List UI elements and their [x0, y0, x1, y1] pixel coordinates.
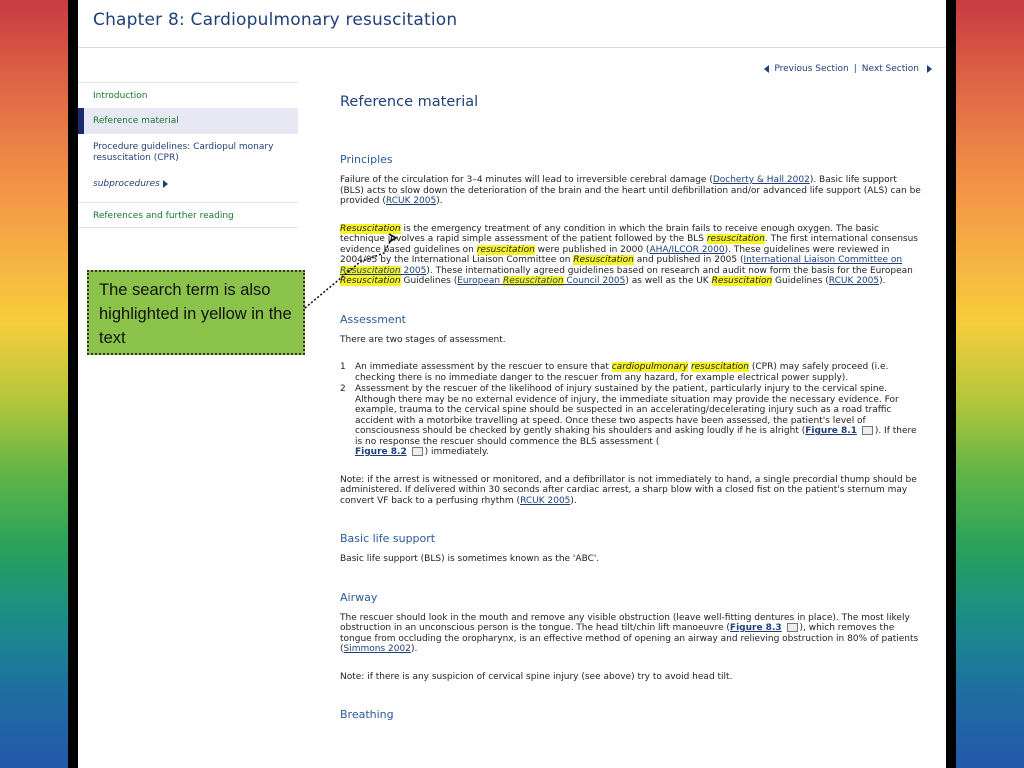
heading-assessment: Assessment [340, 312, 406, 326]
bls-paragraph: Basic life support (BLS) is sometimes kn… [340, 554, 600, 564]
list-item: 1 An immediate assessment by the rescuer … [340, 362, 889, 383]
ref-link-simmons[interactable]: Simmons 2002 [344, 644, 411, 654]
assessment-note: Note: if the arrest is witnessed or moni… [340, 474, 917, 506]
search-highlight: cardiopulmonary [611, 362, 689, 372]
main-content: Reference material Principles Failure of… [340, 93, 922, 730]
left-gradient-frame [0, 0, 68, 768]
heading-airway: Airway [340, 590, 378, 604]
figure-thumbnail-icon[interactable] [411, 447, 423, 456]
expand-arrow-icon [162, 179, 168, 188]
search-highlight: resuscitation [476, 244, 535, 255]
list-item: 2 Assessment by the rescuer of the likeli… [340, 384, 917, 457]
next-arrow-icon[interactable] [927, 65, 932, 73]
assessment-intro: There are two stages of assessment. [340, 334, 506, 345]
sidebar-item-introduction[interactable]: Introduction [78, 82, 298, 108]
nav-separator: | [853, 64, 857, 74]
left-black-edge [68, 0, 78, 768]
principles-paragraph-2: Resuscitation is the emergency treatment… [340, 223, 918, 286]
search-highlight: Resuscitation [711, 276, 773, 286]
ref-link-docherty-hall[interactable]: Docherty & Hall 2002 [713, 175, 810, 185]
figure-thumbnail-icon[interactable] [786, 623, 798, 632]
ref-link-rcuk[interactable]: RCUK 2005 [386, 196, 436, 206]
airway-paragraph: The rescuer should look in the mouth and… [340, 612, 919, 655]
document-page: Chapter 8: Cardiopulmonary resuscitation… [78, 0, 946, 768]
chapter-title: Chapter 8: Cardiopulmonary resuscitation [93, 10, 458, 30]
next-section-link[interactable]: Next Section [862, 64, 919, 74]
search-highlight: Resuscitation [340, 223, 401, 234]
heading-principles: Principles [340, 153, 393, 166]
search-highlight: resuscitation [690, 362, 749, 372]
ref-link-erc-2005[interactable]: European Resuscitation Council 2005 [457, 276, 625, 286]
search-highlight: Resuscitation [573, 255, 634, 265]
sidebar-item-reference-material[interactable]: Reference material [78, 108, 298, 134]
search-highlight: resuscitation [706, 234, 765, 244]
assessment-list: 1 An immediate assessment by the rescuer … [340, 362, 922, 458]
annotation-callout: The search term is also highlighted in y… [87, 270, 305, 355]
section-navigation: Previous Section | Next Section [764, 64, 932, 74]
figure-link-8-2[interactable]: Figure 8.2 [355, 447, 407, 457]
subprocedures-label: subprocedures [93, 179, 160, 189]
title-divider [78, 47, 946, 48]
previous-section-link[interactable]: Previous Section [774, 64, 848, 74]
figure-thumbnail-icon[interactable] [861, 426, 873, 435]
heading-basic-life-support: Basic life support [340, 532, 436, 545]
right-gradient-frame [956, 0, 1024, 768]
sidebar-item-procedure-guidelines[interactable]: Procedure guidelines: Cardiopul monary r… [78, 134, 298, 172]
sidebar-item-subprocedures[interactable]: subprocedures [78, 172, 298, 196]
ref-link-aha-ilcor[interactable]: AHA/ILCOR 2000 [649, 245, 724, 255]
sidebar: Introduction Reference material Procedur… [78, 82, 298, 228]
principles-paragraph-1: Failure of the circulation for 3–4 minut… [340, 175, 921, 206]
ref-link-rcuk[interactable]: RCUK 2005 [829, 276, 879, 286]
search-highlight: Resuscitation [340, 276, 401, 286]
ref-link-rcuk[interactable]: RCUK 2005 [520, 496, 570, 506]
right-black-edge [946, 0, 956, 768]
heading-breathing: Breathing [340, 708, 394, 721]
figure-link-8-1[interactable]: Figure 8.1 [805, 426, 857, 436]
previous-arrow-icon[interactable] [764, 65, 770, 73]
airway-note: Note: if there is any suspicion of cervi… [340, 671, 733, 682]
sidebar-item-references[interactable]: References and further reading [78, 202, 298, 228]
page-title: Reference material [340, 94, 479, 110]
figure-link-8-3[interactable]: Figure 8.3 [730, 623, 782, 633]
